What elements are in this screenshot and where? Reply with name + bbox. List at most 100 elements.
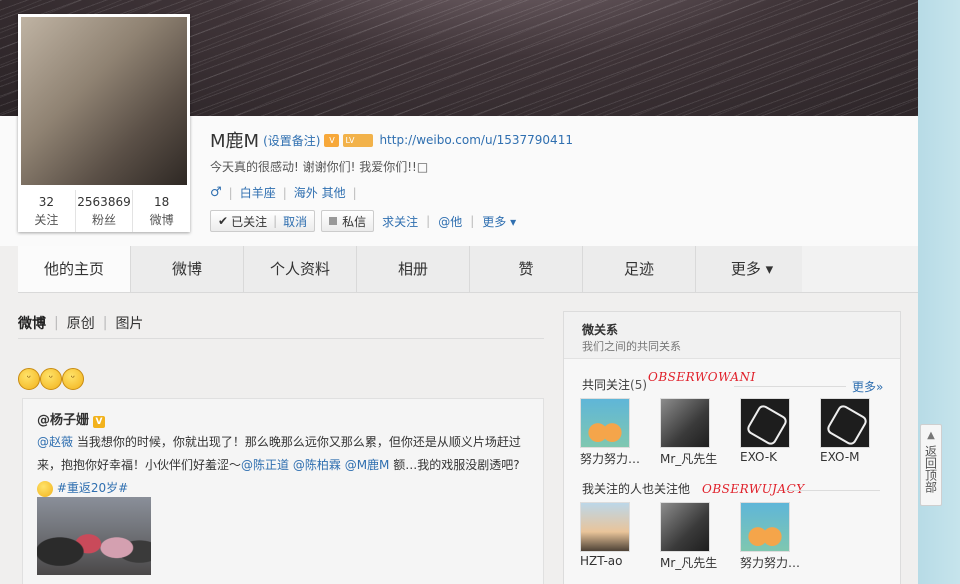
level-badge-icon[interactable]: LV [343,133,374,147]
message-icon [329,217,338,225]
post-emoji-row: ᵕ ᵕ ᵕ [18,368,84,390]
followed-button[interactable]: ✔ 已关注 | 取消 [210,210,316,232]
repost-text-part: 额…我的戏服没剧透吧? [389,458,520,472]
divider: | [470,214,475,228]
unfollow-cancel-link[interactable]: 取消 [283,213,307,230]
private-message-label: 私信 [342,214,367,229]
portrait-photo-icon [660,502,710,552]
laugh-emoji-icon: ᵕ [40,368,62,390]
tab-footprints[interactable]: 足迹 [583,246,696,292]
profile-tabs: 他的主页 微博 个人资料 相册 赞 足迹 更多 ▾ [18,246,809,293]
zodiac-link[interactable]: 白羊座 [240,184,276,201]
tab-weibo[interactable]: 微博 [131,246,244,292]
stat-posts-label: 微博 [149,213,174,227]
friend-name: Mr_凡先生 [660,556,718,570]
more-common-link[interactable]: 更多» [852,378,883,395]
divider: | [273,214,278,228]
location-link[interactable]: 海外 其他 [294,184,346,201]
mention-link[interactable]: @M鹿M [345,458,390,472]
profile-meta: ♂ | 白羊座 | 海外 其他 | [210,184,364,201]
portrait-photo-icon [660,398,710,448]
profile-url-link[interactable]: http://weibo.com/u/1537790411 [379,133,573,147]
back-to-top-button[interactable]: ▲ 返回顶部 [920,424,942,506]
mention-link[interactable]: @陈正道 [241,458,289,472]
friend-name: EXO-K [740,450,778,464]
tab-more[interactable]: 更多 ▾ [696,246,809,292]
stat-fans-count: 2563869 [77,195,131,209]
profile-actions: ✔ 已关注 | 取消 私信 求关注 | @他 | 更多 ▾ [210,210,516,232]
common-follow-label: 共同关注 [582,378,631,392]
panel-title: 微关系 [582,323,619,337]
divider-line [18,338,544,339]
set-remark-link[interactable]: (设置备注) [263,132,320,149]
profile-stats: 32 关注 2563869 粉丝 18 微博 [18,190,190,232]
up-arrow-icon: ▲ [927,430,935,441]
heart-photo-icon [740,502,790,552]
stat-fans[interactable]: 2563869 粉丝 [76,190,134,232]
hashtag-link[interactable]: #重返20岁# [57,481,128,495]
common-friend-item[interactable]: Mr_凡先生 [660,398,730,467]
more-actions-dropdown[interactable]: 更多 ▾ [482,213,516,230]
also-friend-item[interactable]: HZT-ao [580,502,650,568]
micro-relations-panel: 微关系 我们之间的共同关系 共同关注(5) OBSERWOWANI 更多» 努力… [563,311,901,584]
followed-label: 已关注 [231,214,268,229]
common-friend-item[interactable]: EXO-M [820,398,890,464]
repost-text: @赵薇 当我想你的时候，你就出现了！那么晚那么远你又那么累，但你还是从顺义片场赶… [37,431,537,500]
filter-images[interactable]: 图片 [115,313,143,333]
stat-following-count: 32 [38,195,54,209]
name-row: M鹿M (设置备注) V LV http://weibo.com/u/15377… [210,128,573,152]
reposted-post: @杨子姗 V @赵薇 当我想你的时候，你就出现了！那么晚那么远你又那么累，但你还是… [22,398,544,584]
stat-following[interactable]: 32 关注 [18,190,76,232]
private-message-button[interactable]: 私信 [321,210,375,232]
avatar[interactable] [21,17,187,185]
heart-photo-icon [580,398,630,448]
divider: | [54,315,59,331]
common-friend-item[interactable]: EXO-K [740,398,810,464]
avatar-card: 32 关注 2563869 粉丝 18 微博 [18,14,190,232]
divider-line [734,386,846,387]
laugh-emoji-icon: ᵕ [62,368,84,390]
tab-profile-info[interactable]: 个人资料 [244,246,357,292]
tab-home[interactable]: 他的主页 [18,246,131,292]
friend-name: 努力努力… [580,452,641,466]
verified-badge-icon: V [93,416,106,428]
exo-logo-icon [740,398,790,448]
stat-posts[interactable]: 18 微博 [133,190,190,232]
feed-filters: 微博 | 原创 | 图片 [18,313,143,333]
watermark-text: OBSERWOWANI [648,370,756,384]
friend-name: EXO-M [820,450,860,464]
stat-fans-label: 粉丝 [92,213,117,227]
also-friend-item[interactable]: Mr_凡先生 [660,502,730,571]
profile-page: 32 关注 2563869 粉丝 18 微博 M鹿M (设置备注) V LV h… [0,0,918,584]
tab-likes[interactable]: 赞 [470,246,583,292]
stat-following-label: 关注 [34,213,59,227]
mention-link[interactable]: @陈柏霖 [293,458,341,472]
also-friend-item[interactable]: 努力努力… [740,502,810,571]
exo-logo-icon [820,398,870,448]
panel-subtitle: 我们之间的共同关系 [582,340,681,353]
friend-name: 努力努力… [740,556,801,570]
repost-author-row: @杨子姗 V [37,409,106,428]
request-follow-link[interactable]: 求关注 [382,213,418,230]
check-icon: ✔ [218,214,229,228]
divider: | [228,185,233,200]
verified-badge-icon[interactable]: V [324,133,340,147]
panel-header: 微关系 我们之间的共同关系 [564,312,900,359]
divider: | [282,185,287,200]
repost-author-link[interactable]: @杨子姗 [37,413,89,428]
mention-him-link[interactable]: @他 [438,213,462,230]
repost-photo-thumbnail[interactable] [37,497,151,575]
divider: | [426,214,431,228]
common-follow-title: 共同关注(5) [582,376,647,393]
bio-text: 今天真的很感动! 谢谢你们! 我爱你们!!□ [210,160,429,174]
filter-all[interactable]: 微博 [18,313,46,333]
mention-link[interactable]: @赵薇 [37,435,73,449]
male-icon: ♂ [210,185,222,200]
tab-album[interactable]: 相册 [357,246,470,292]
laugh-emoji-icon: ᵕ [18,368,40,390]
also-follow-label: 我关注的人也关注他 [582,482,691,496]
filter-original[interactable]: 原创 [67,313,95,333]
also-follow-title: 我关注的人也关注他 [582,480,690,497]
shy-emoji-icon [37,480,53,497]
common-friend-item[interactable]: 努力努力… [580,398,650,467]
